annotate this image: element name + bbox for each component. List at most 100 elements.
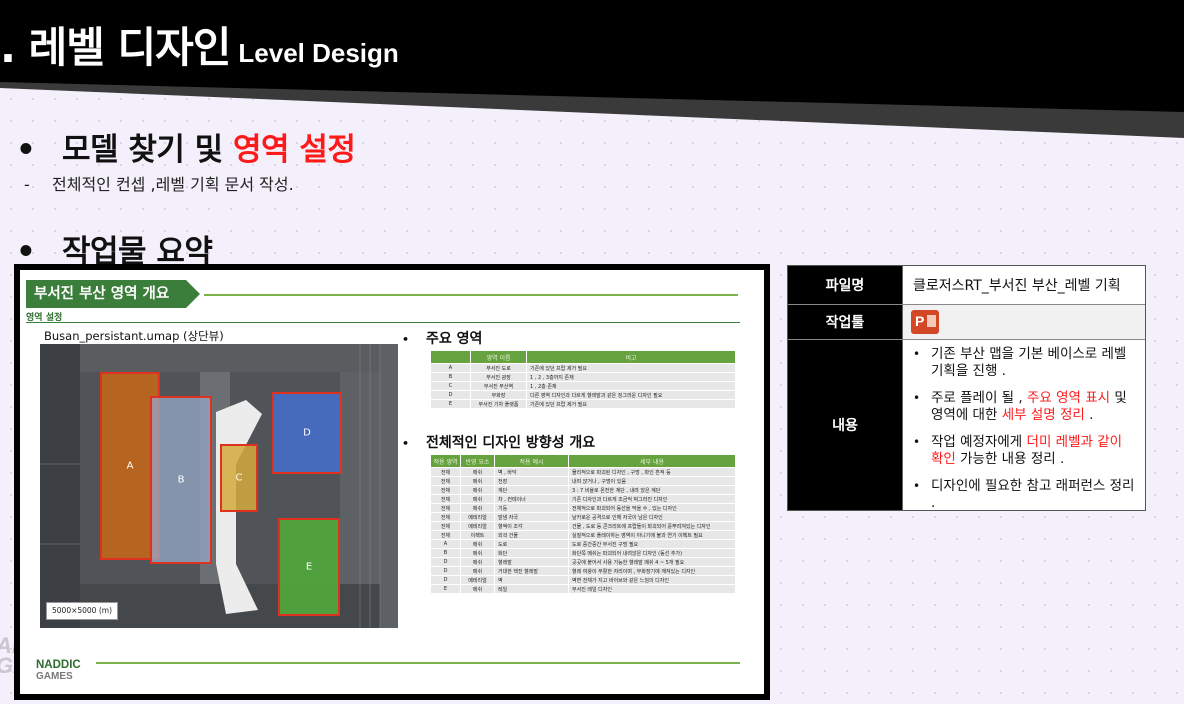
- table-cell: B: [430, 372, 471, 382]
- map-caption: Busan_persistant.umap (상단뷰): [44, 329, 224, 343]
- content-item: • 디자인에 필요한 참고 래퍼런스 정리 .: [913, 478, 1135, 511]
- table-cell: 내려 앉거나 , 구멍이 있음: [568, 476, 736, 486]
- table-cell: 부화장: [470, 390, 527, 400]
- design-direction-title: • 전체적인 디자인 방향성 개요: [402, 435, 596, 451]
- table-row: D 메쉬 거대한 핵진 혈레발 혈레 여왕이 부활한 자리이며 , 부화장기에 깨져있…: [430, 566, 736, 576]
- section-subtext: - 전체적인 컨셉 ,레벨 기획 문서 작성.: [24, 171, 294, 195]
- table-cell: 전체: [430, 485, 461, 495]
- filename-label: 파일명: [788, 266, 902, 304]
- slide-preview[interactable]: 부서진 부산 영역 개요 영역 설정 Busan_persistant.umap…: [14, 264, 770, 700]
- map-image: A B C D E 5000×5000 (m): [40, 344, 398, 628]
- table-cell: D: [430, 566, 461, 576]
- table-cell: 전체: [430, 512, 461, 522]
- table-header-cell: 적용 영역: [430, 454, 461, 468]
- table-cell: C: [430, 381, 471, 391]
- table-row: D 메쉬 혈레발 곳곳에 붙어서 사용 가능한 혈레발 메쉬 4 ~ 5개 필요: [430, 557, 736, 567]
- table-cell: 혈레 여왕이 부활한 자리이며 , 부화장기에 깨져있는 디자인: [568, 566, 736, 576]
- info-row-content: 내용 • 기존 부산 맵을 기본 베이스로 레벨 기획을 진행 . • 주로 플레이…: [788, 339, 1145, 511]
- table-cell: E: [430, 399, 471, 409]
- table-cell: 부서진 레일 디자인: [568, 584, 736, 594]
- table-cell: 부서진 기차 플랫폼: [470, 399, 527, 409]
- table-header-cell: [430, 350, 471, 364]
- slide-canvas: 부서진 부산 영역 개요 영역 설정 Busan_persistant.umap…: [20, 270, 764, 694]
- table-row: D 부화장 다른 영역 디자인과 다르게 혈레발과 같은 징그러운 디자인 필요: [430, 390, 736, 400]
- table-row: 전체 메테리얼 혈액이 조각 건물 , 도로 등 콘크리트에 프랍들이 파괴되어 흩뿌…: [430, 521, 736, 531]
- map-texture: [40, 344, 398, 628]
- table-cell: 1 , 2 , 3층까지 존재: [526, 372, 736, 382]
- table-cell: 차 , 컨테이너: [494, 494, 569, 504]
- tool-value: [902, 305, 1145, 339]
- content-item: • 작업 예정자에게 더미 레벨과 같이 확인 가능한 내용 정리 .: [913, 434, 1123, 467]
- table-cell: 부서진 부산역: [470, 381, 527, 391]
- table-cell: 메쉬: [460, 584, 495, 594]
- table-cell: A: [430, 363, 471, 373]
- table-cell: 메쉬: [460, 503, 495, 513]
- naddic-logo: NADDIC GAMES: [36, 659, 81, 682]
- table-cell: E: [430, 584, 461, 594]
- content-item: • 기존 부산 맵을 기본 베이스로 레벨 기획을 진행 .: [913, 346, 1127, 379]
- table-row: C 부서진 부산역 1 , 2층 존재: [430, 381, 736, 391]
- table-cell: 기존에 있던 프랍 제거 필요: [526, 363, 736, 373]
- table-cell: 메쉬: [460, 476, 495, 486]
- table-row: E 부서진 기차 플랫폼 기존에 있던 프랍 제거 필요: [430, 399, 736, 409]
- info-table: 파일명 클로저스RT_부서진 부산_레벨 기획 작업툴 내용 •기존 부산 맵을…: [787, 265, 1146, 511]
- table-cell: 메테리얼: [460, 575, 495, 585]
- table-cell: 계단: [494, 485, 569, 495]
- map-area-d: D: [272, 392, 342, 474]
- table-cell: 외곽 건물: [494, 530, 569, 540]
- table-cell: 화단: [494, 548, 569, 558]
- table-cell: 부서진 도로: [470, 363, 527, 373]
- dash-mark: -: [24, 175, 30, 194]
- table-cell: 물리적으로 파괴된 디자인 , 구멍 , 파인 흔적 등: [568, 467, 736, 477]
- table-cell: 메쉬: [460, 485, 495, 495]
- map-area-b: B: [150, 396, 212, 564]
- heading-highlight: 영역 설정: [232, 132, 356, 168]
- main-areas-title: • 주요 영역: [402, 331, 483, 347]
- table-row: 전체 메쉬 계단 3 : 7 비율로 온전한 계단 , 내려 앉은 계단: [430, 485, 736, 495]
- table-cell: B: [430, 548, 461, 558]
- table-cell: 벽 , 바닥: [494, 467, 569, 477]
- table-cell: 실질적으로 플레이하는 영역이 아니기에 불과 연기 이펙트 필요: [568, 530, 736, 540]
- table-cell: 메쉬: [460, 494, 495, 504]
- table-cell: 거대한 핵진 혈레발: [494, 566, 569, 576]
- slide-title-rule: [204, 294, 738, 296]
- page-title-korean: . 레벨 디자인: [0, 23, 231, 72]
- table-header-cell: 세부 내용: [568, 454, 736, 468]
- table-cell: 이펙트: [460, 530, 495, 540]
- filename-value: 클로저스RT_부서진 부산_레벨 기획: [902, 266, 1145, 304]
- table-cell: 메테리얼: [460, 512, 495, 522]
- table-cell: 3 : 7 비율로 온전한 계단 , 내려 앉은 계단: [568, 485, 736, 495]
- slide-title-arrow: [186, 280, 200, 308]
- table-cell: 레일: [494, 584, 569, 594]
- table-cell: 전체: [430, 467, 461, 477]
- slide-subtitle-rule: [26, 322, 740, 323]
- powerpoint-icon: [911, 310, 939, 334]
- table-header-cell: 적용 예시: [494, 454, 569, 468]
- main-areas-table: 영역 이름 비고 A 부서진 도로 기존에 있던 프랍 제거 필요 B 부서진 광장 1 ,…: [430, 350, 736, 409]
- design-direction-table: 적용 영역 반영 요소 적용 예시 세부 내용 전체 메쉬 벽 , 바닥 물리적으로 파괴된…: [430, 454, 736, 594]
- logo-rule: [96, 662, 740, 664]
- table-row: A 메쉬 도로 도로 중간중간 부서진 구멍 필요: [430, 539, 736, 549]
- table-cell: 혈레발: [494, 557, 569, 567]
- table-cell: D: [430, 575, 461, 585]
- table-cell: 다른 영역 디자인과 다르게 혈레발과 같은 징그러운 디자인 필요: [526, 390, 736, 400]
- table-cell: 벽면 전체가 지고 바이브와 같은 느낌의 디자인: [568, 575, 736, 585]
- table-cell: 전체: [430, 494, 461, 504]
- map-area-e: E: [278, 518, 340, 616]
- tool-label: 작업툴: [788, 305, 902, 339]
- table-cell: 벽: [494, 575, 569, 585]
- table-cell: 전체: [430, 476, 461, 486]
- table-cell: 전체: [430, 521, 461, 531]
- table-cell: 천장: [494, 476, 569, 486]
- table-cell: 전체적으로 파괴되어 동선을 막을 수 , 있는 디자인: [568, 503, 736, 513]
- table-row: D 메테리얼 벽 벽면 전체가 지고 바이브와 같은 느낌의 디자인: [430, 575, 736, 585]
- table-cell: 기존 디자인과 다르게 조금씩 찌그러진 디자인: [568, 494, 736, 504]
- table-header-cell: 영역 이름: [470, 350, 527, 364]
- table-cell: 메테리얼: [460, 521, 495, 531]
- table-row: A 부서진 도로 기존에 있던 프랍 제거 필요: [430, 363, 736, 373]
- table-row: 전체 메쉬 기둥 전체적으로 파괴되어 동선을 막을 수 , 있는 디자인: [430, 503, 736, 513]
- content-value: • 기존 부산 맵을 기본 베이스로 레벨 기획을 진행 . • 주로 플레이 될 …: [902, 340, 1145, 511]
- heading-text: 모델 찾기 및: [62, 132, 233, 168]
- table-cell: 혈액이 조각: [494, 521, 569, 531]
- table-cell: 메쉬: [460, 539, 495, 549]
